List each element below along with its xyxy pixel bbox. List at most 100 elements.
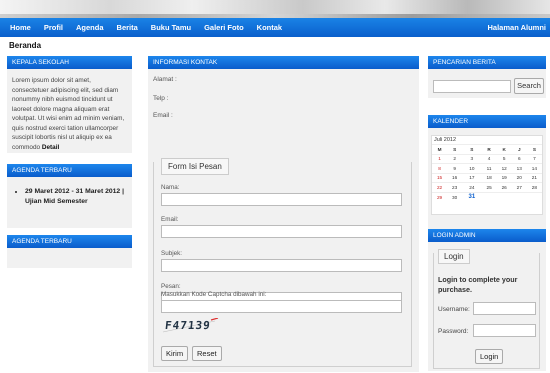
- calendar-date[interactable]: 5: [496, 153, 512, 164]
- calendar-day-header: S: [447, 144, 463, 154]
- login-admin-title: LOGIN ADMIN: [428, 229, 546, 242]
- reset-button[interactable]: Reset: [192, 346, 222, 361]
- calendar-date[interactable]: 25: [481, 182, 497, 192]
- nav-halaman-alumni[interactable]: Halaman Alumni: [488, 23, 546, 32]
- main-nav: Home Profil Agenda Berita Buku Tamu Gale…: [0, 18, 550, 37]
- calendar-table: MSSRKJS 1 2 3 4 5 6 7 8 9 10 11 12 13 14 15 16 17 18 19 20 2…: [432, 144, 542, 202]
- calendar-date[interactable]: 7: [526, 153, 542, 164]
- calendar-date[interactable]: 6: [511, 153, 527, 164]
- captcha-image: F47139: [161, 317, 219, 334]
- calendar: Juli 2012 MSSRKJS 1 2 3 4 5 6 7 8 9 10 11 12 13 14 15 1…: [431, 135, 543, 215]
- header-banner: [0, 0, 550, 18]
- calendar-day-header: K: [496, 144, 512, 154]
- calendar-day-header: M: [432, 144, 448, 154]
- calendar-week: 22 23 24 25 26 27 28: [432, 182, 542, 192]
- alamat-label: Alamat :: [153, 76, 177, 83]
- email-input[interactable]: [161, 225, 402, 238]
- login-legend: Login: [438, 249, 470, 264]
- search-input[interactable]: [433, 80, 511, 93]
- calendar-date[interactable]: 26: [496, 182, 512, 192]
- captcha-label: Masukkan Kode Captcha dibawah ini:: [161, 291, 267, 298]
- calendar-date[interactable]: 9: [447, 163, 463, 173]
- calendar-date[interactable]: 2: [447, 153, 463, 164]
- calendar-date: [496, 191, 512, 202]
- kepala-sekolah-body: Lorem ipsum dolor sit amet, consectetuer…: [12, 77, 125, 151]
- calendar-date[interactable]: 1: [432, 153, 448, 164]
- nav-home[interactable]: Home: [10, 23, 31, 32]
- kirim-button[interactable]: Kirim: [161, 346, 189, 361]
- nav-galeri-foto[interactable]: Galeri Foto: [204, 23, 244, 32]
- calendar-date[interactable]: 16: [447, 172, 463, 183]
- password-label: Password:: [438, 328, 469, 335]
- calendar-date[interactable]: 11: [481, 163, 497, 173]
- calendar-date[interactable]: 27: [511, 182, 527, 192]
- kalender-box: KALENDER Juli 2012 MSSRKJS 1 2 3 4 5 6 7 8 9 10 11…: [428, 115, 546, 240]
- calendar-date[interactable]: 22: [432, 182, 448, 192]
- calendar-day-header: J: [511, 144, 527, 154]
- kalender-title: KALENDER: [428, 115, 546, 128]
- agenda-terbaru-title-2: AGENDA TERBARU: [7, 235, 132, 248]
- calendar-date[interactable]: 21: [526, 172, 542, 183]
- calendar-date: [481, 191, 497, 202]
- nama-input[interactable]: [161, 193, 402, 206]
- detail-link[interactable]: Detail: [42, 144, 59, 151]
- username-label: Username:: [438, 306, 470, 313]
- nav-agenda[interactable]: Agenda: [76, 23, 104, 32]
- agenda-terbaru-title: AGENDA TERBARU: [7, 164, 132, 177]
- calendar-week: 29 30 31: [432, 191, 542, 202]
- email-field-label: Email:: [161, 216, 179, 223]
- pesan-label: Pesan:: [161, 283, 181, 290]
- kepala-sekolah-box: KEPALA SEKOLAH Lorem ipsum dolor sit ame…: [7, 56, 132, 153]
- agenda-list: 29 Maret 2012 - 31 Maret 2012 | Ujian Mi…: [7, 177, 132, 206]
- calendar-week: 15 16 17 18 19 20 21: [432, 172, 542, 183]
- calendar-date[interactable]: 8: [432, 163, 448, 173]
- agenda-terbaru-box: AGENDA TERBARU 29 Maret 2012 - 31 Maret …: [7, 164, 132, 228]
- form-isi-pesan-legend: Form Isi Pesan: [161, 158, 229, 175]
- calendar-month: Juli 2012: [434, 137, 457, 143]
- calendar-date[interactable]: 28: [526, 182, 542, 192]
- calendar-date[interactable]: 24: [462, 182, 482, 192]
- calendar-date[interactable]: 23: [447, 182, 463, 192]
- nav-buku-tamu[interactable]: Buku Tamu: [151, 23, 191, 32]
- calendar-date: [526, 191, 542, 202]
- pencarian-berita-box: PENCARIAN BERITA Search: [428, 56, 546, 98]
- calendar-date[interactable]: 13: [511, 163, 527, 173]
- calendar-date[interactable]: 3: [462, 153, 482, 164]
- calendar-day-header: S: [526, 144, 542, 154]
- nav-berita[interactable]: Berita: [117, 23, 138, 32]
- calendar-date[interactable]: 10: [462, 163, 482, 173]
- calendar-date[interactable]: 30: [447, 191, 463, 202]
- calendar-week: 8 9 10 11 12 13 14: [432, 163, 542, 173]
- login-button[interactable]: Login: [475, 349, 504, 364]
- telp-label: Telp :: [153, 95, 169, 102]
- nama-label: Nama:: [161, 184, 180, 191]
- password-input[interactable]: [473, 324, 536, 337]
- kepala-sekolah-text: Lorem ipsum dolor sit amet, consectetuer…: [7, 69, 132, 159]
- calendar-date[interactable]: 12: [496, 163, 512, 173]
- subjek-input[interactable]: [161, 259, 402, 272]
- calendar-date[interactable]: 19: [496, 172, 512, 183]
- username-input[interactable]: [473, 302, 536, 315]
- search-button[interactable]: Search: [514, 78, 544, 94]
- login-admin-box: LOGIN ADMIN Login Login to complete your…: [428, 229, 546, 371]
- informasi-kontak-title: INFORMASI KONTAK: [148, 56, 419, 69]
- calendar-day-header: R: [481, 144, 497, 154]
- pencarian-berita-title: PENCARIAN BERITA: [428, 56, 546, 69]
- calendar-day-header: S: [462, 144, 482, 154]
- calendar-date[interactable]: 4: [481, 153, 497, 164]
- calendar-date[interactable]: 18: [481, 172, 497, 183]
- nav-kontak[interactable]: Kontak: [257, 23, 282, 32]
- captcha-code: F47139: [164, 319, 212, 332]
- calendar-date[interactable]: 31: [462, 191, 482, 202]
- agenda-item[interactable]: 29 Maret 2012 - 31 Maret 2012 | Ujian Mi…: [25, 187, 126, 206]
- calendar-date[interactable]: 15: [432, 172, 448, 183]
- calendar-date[interactable]: 14: [526, 163, 542, 173]
- calendar-date[interactable]: 20: [511, 172, 527, 183]
- calendar-date[interactable]: 17: [462, 172, 482, 183]
- subjek-label: Subjek:: [161, 250, 183, 257]
- kepala-sekolah-title: KEPALA SEKOLAH: [7, 56, 132, 69]
- nav-profil[interactable]: Profil: [44, 23, 63, 32]
- calendar-date[interactable]: 29: [432, 191, 448, 202]
- calendar-week: 1234567: [432, 153, 542, 164]
- captcha-input[interactable]: [161, 300, 402, 313]
